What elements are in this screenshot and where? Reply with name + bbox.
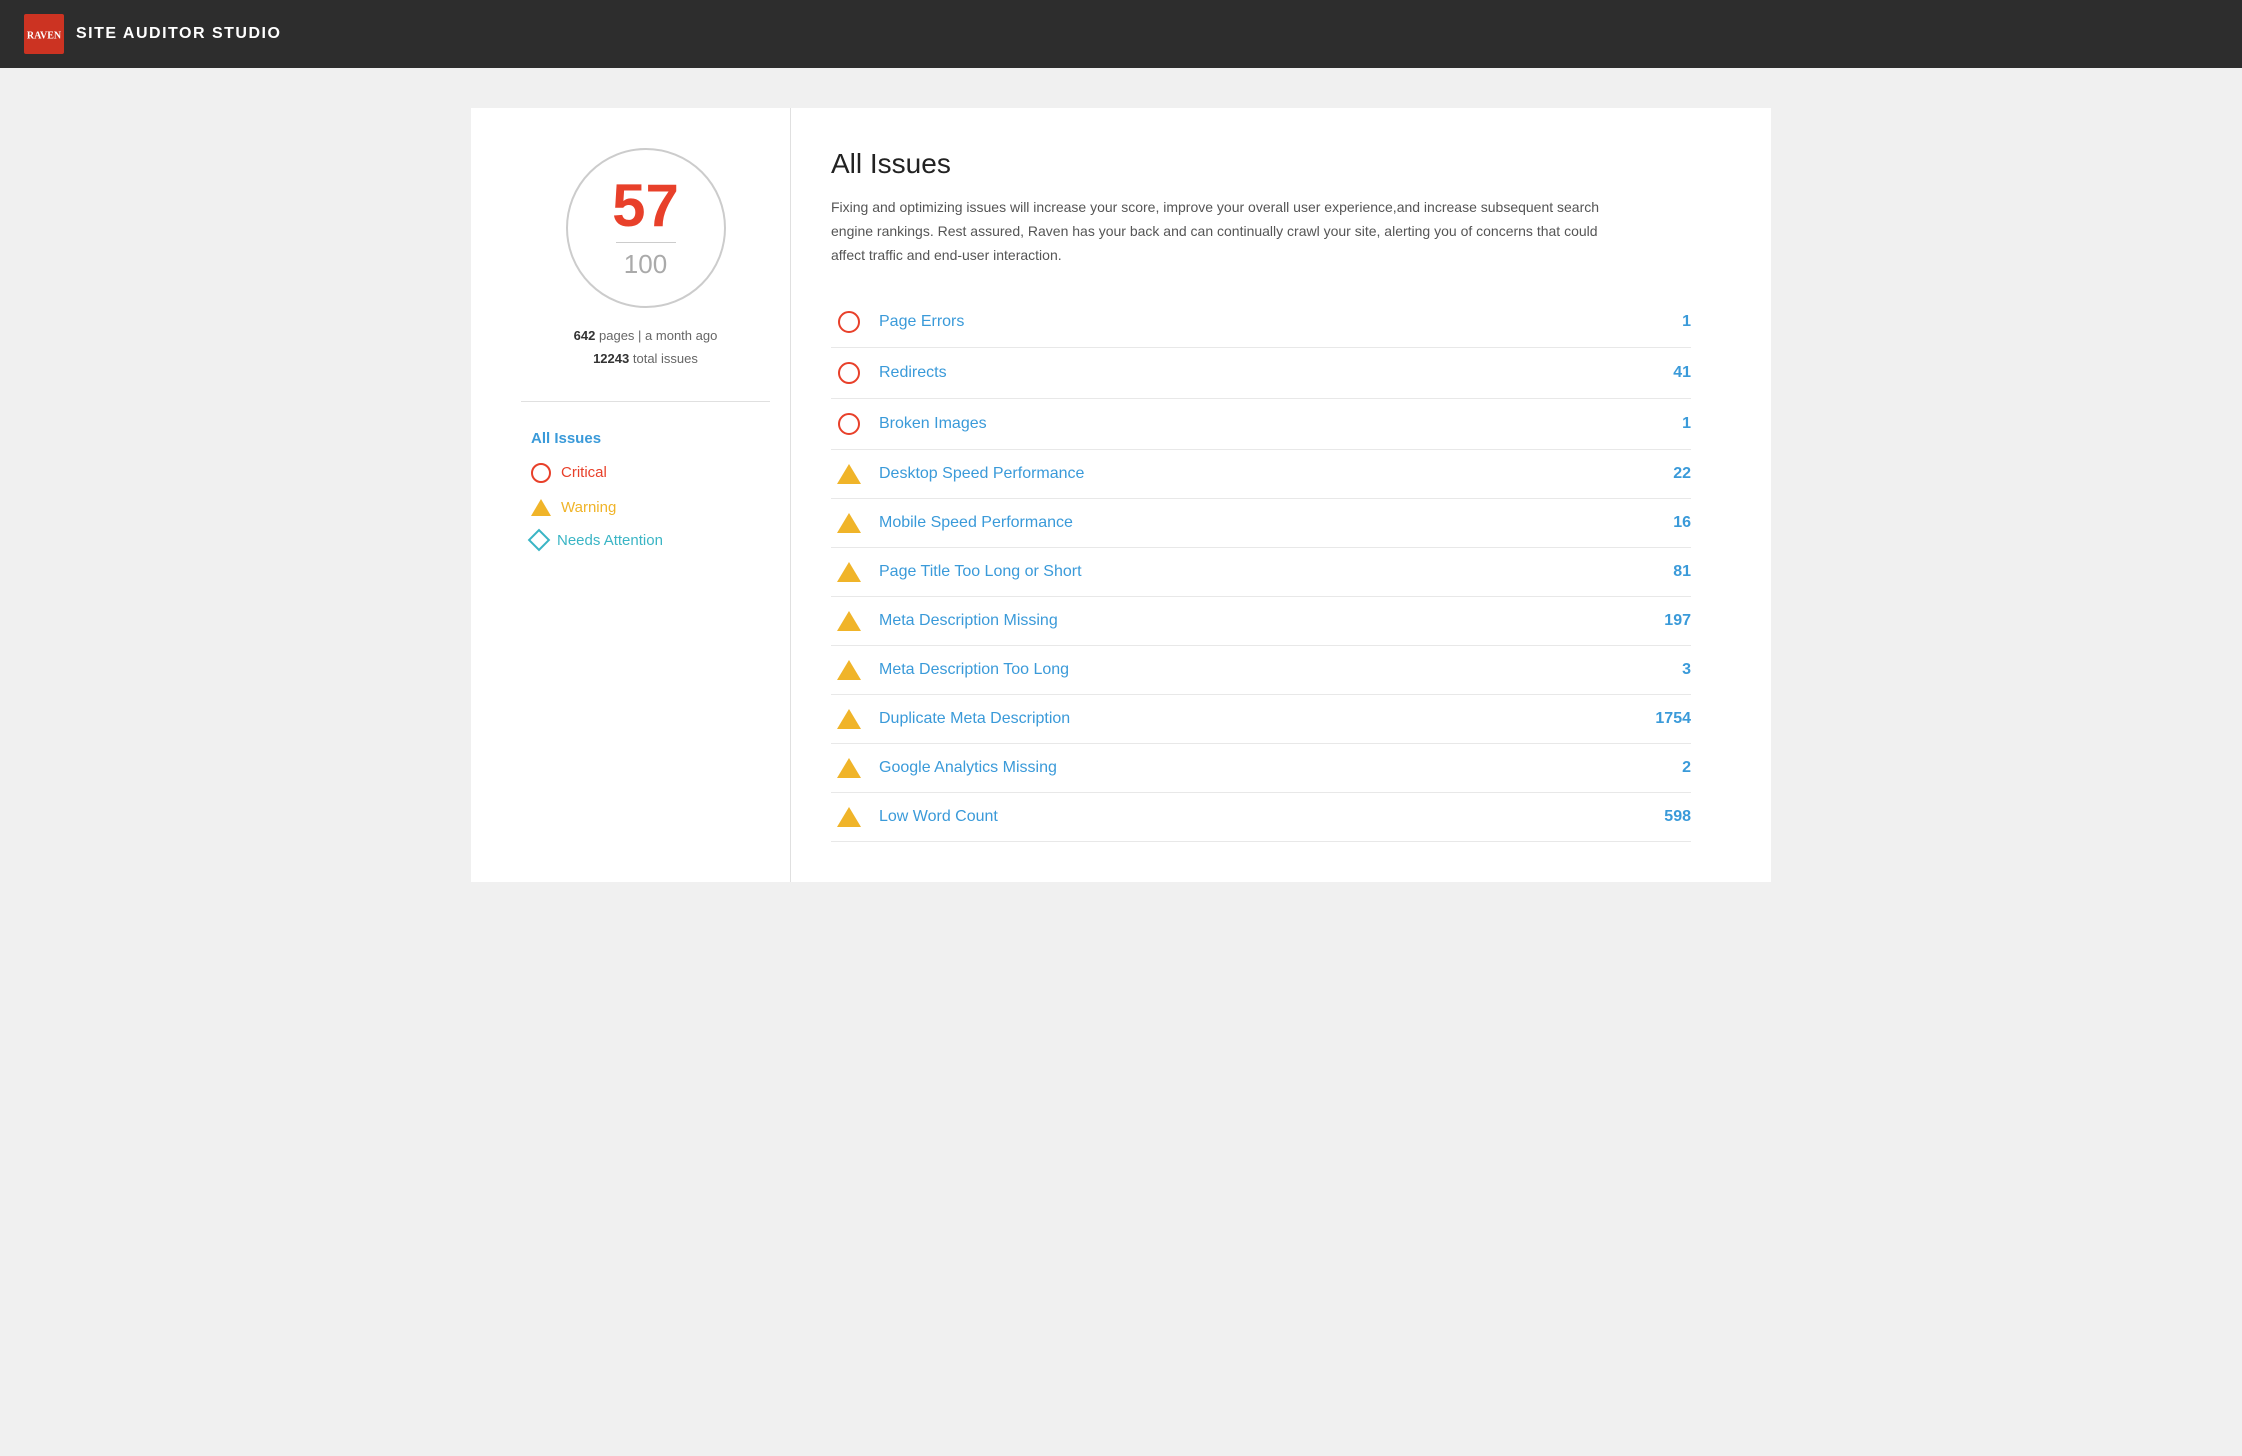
critical-icon-page-errors <box>831 311 867 333</box>
score-container: 57 100 642 pages | a month ago 12243 tot… <box>521 148 770 371</box>
score-divider <box>616 242 676 243</box>
nav-label-warning: Warning <box>561 499 616 516</box>
warning-icon-low-word-count <box>831 807 867 827</box>
warning-icon-page-title <box>831 562 867 582</box>
nav-item-critical[interactable]: Critical <box>521 455 770 491</box>
raven-logo-icon: RAVEN <box>24 14 64 54</box>
warning-icon-duplicate-meta <box>831 709 867 729</box>
issue-row-desktop-speed[interactable]: Desktop Speed Performance22 <box>831 450 1691 499</box>
nav-label-attention: Needs Attention <box>557 532 663 549</box>
time-ago: a month ago <box>645 328 717 343</box>
nav-item-attention[interactable]: Needs Attention <box>521 524 770 557</box>
attention-icon <box>528 529 551 552</box>
nav-label-critical: Critical <box>561 464 607 481</box>
issue-count-meta-desc-long: 3 <box>1631 661 1691 679</box>
sidebar-nav: All Issues Critical Warning Needs Attent… <box>521 401 770 557</box>
svg-text:RAVEN: RAVEN <box>27 30 62 41</box>
issue-row-low-word-count[interactable]: Low Word Count598 <box>831 793 1691 842</box>
total-issues-count: 12243 <box>593 351 629 366</box>
pages-count: 642 <box>574 328 596 343</box>
nav-all-issues[interactable]: All Issues <box>521 422 770 455</box>
warning-icon-google-analytics <box>831 758 867 778</box>
main-container: 57 100 642 pages | a month ago 12243 tot… <box>471 108 1771 882</box>
warning-icon <box>531 499 551 516</box>
score-current: 57 <box>612 176 679 236</box>
score-circle: 57 100 <box>566 148 726 308</box>
issue-count-broken-images: 1 <box>1631 415 1691 433</box>
issue-name-mobile-speed: Mobile Speed Performance <box>879 514 1631 532</box>
warning-icon-desktop-speed <box>831 464 867 484</box>
issue-count-redirects: 41 <box>1631 364 1691 382</box>
app-title: SITE AUDITOR STUDIO <box>76 25 281 43</box>
issue-name-page-errors: Page Errors <box>879 313 1631 331</box>
main-content: All Issues Fixing and optimizing issues … <box>791 108 1731 882</box>
critical-icon-redirects <box>831 362 867 384</box>
issue-name-google-analytics: Google Analytics Missing <box>879 759 1631 777</box>
issue-name-page-title: Page Title Too Long or Short <box>879 563 1631 581</box>
issue-name-duplicate-meta: Duplicate Meta Description <box>879 710 1631 728</box>
score-meta: 642 pages | a month ago 12243 total issu… <box>574 324 718 371</box>
issue-count-duplicate-meta: 1754 <box>1631 710 1691 728</box>
issue-count-page-title: 81 <box>1631 563 1691 581</box>
issue-count-mobile-speed: 16 <box>1631 514 1691 532</box>
app-header: RAVEN SITE AUDITOR STUDIO <box>0 0 2242 68</box>
issue-row-meta-desc-long[interactable]: Meta Description Too Long3 <box>831 646 1691 695</box>
issue-count-page-errors: 1 <box>1631 313 1691 331</box>
warning-icon-mobile-speed <box>831 513 867 533</box>
issue-row-mobile-speed[interactable]: Mobile Speed Performance16 <box>831 499 1691 548</box>
issue-row-duplicate-meta[interactable]: Duplicate Meta Description1754 <box>831 695 1691 744</box>
pages-info: 642 pages | a month ago <box>574 324 718 347</box>
issue-name-broken-images: Broken Images <box>879 415 1631 433</box>
content-description: Fixing and optimizing issues will increa… <box>831 196 1611 267</box>
critical-icon-broken-images <box>831 413 867 435</box>
logo-area: RAVEN SITE AUDITOR STUDIO <box>24 14 281 54</box>
issue-row-page-errors[interactable]: Page Errors1 <box>831 297 1691 348</box>
issue-name-redirects: Redirects <box>879 364 1631 382</box>
page-title: All Issues <box>831 148 1691 180</box>
issues-info: 12243 total issues <box>574 347 718 370</box>
issue-name-meta-desc-long: Meta Description Too Long <box>879 661 1631 679</box>
sidebar: 57 100 642 pages | a month ago 12243 tot… <box>511 108 791 882</box>
score-total: 100 <box>624 249 667 280</box>
issue-name-meta-desc-missing: Meta Description Missing <box>879 612 1631 630</box>
issue-row-redirects[interactable]: Redirects41 <box>831 348 1691 399</box>
pages-label: pages <box>599 328 634 343</box>
warning-icon-meta-desc-missing <box>831 611 867 631</box>
warning-icon-meta-desc-long <box>831 660 867 680</box>
issue-row-page-title[interactable]: Page Title Too Long or Short81 <box>831 548 1691 597</box>
issue-name-low-word-count: Low Word Count <box>879 808 1631 826</box>
issues-list: Page Errors1Redirects41Broken Images1Des… <box>831 297 1691 842</box>
issue-row-google-analytics[interactable]: Google Analytics Missing2 <box>831 744 1691 793</box>
issue-count-low-word-count: 598 <box>1631 808 1691 826</box>
issue-row-broken-images[interactable]: Broken Images1 <box>831 399 1691 450</box>
critical-icon <box>531 463 551 483</box>
issue-count-google-analytics: 2 <box>1631 759 1691 777</box>
nav-item-warning[interactable]: Warning <box>521 491 770 524</box>
issue-count-desktop-speed: 22 <box>1631 465 1691 483</box>
issue-row-meta-desc-missing[interactable]: Meta Description Missing197 <box>831 597 1691 646</box>
separator: | <box>638 328 645 343</box>
issue-count-meta-desc-missing: 197 <box>1631 612 1691 630</box>
issue-name-desktop-speed: Desktop Speed Performance <box>879 465 1631 483</box>
